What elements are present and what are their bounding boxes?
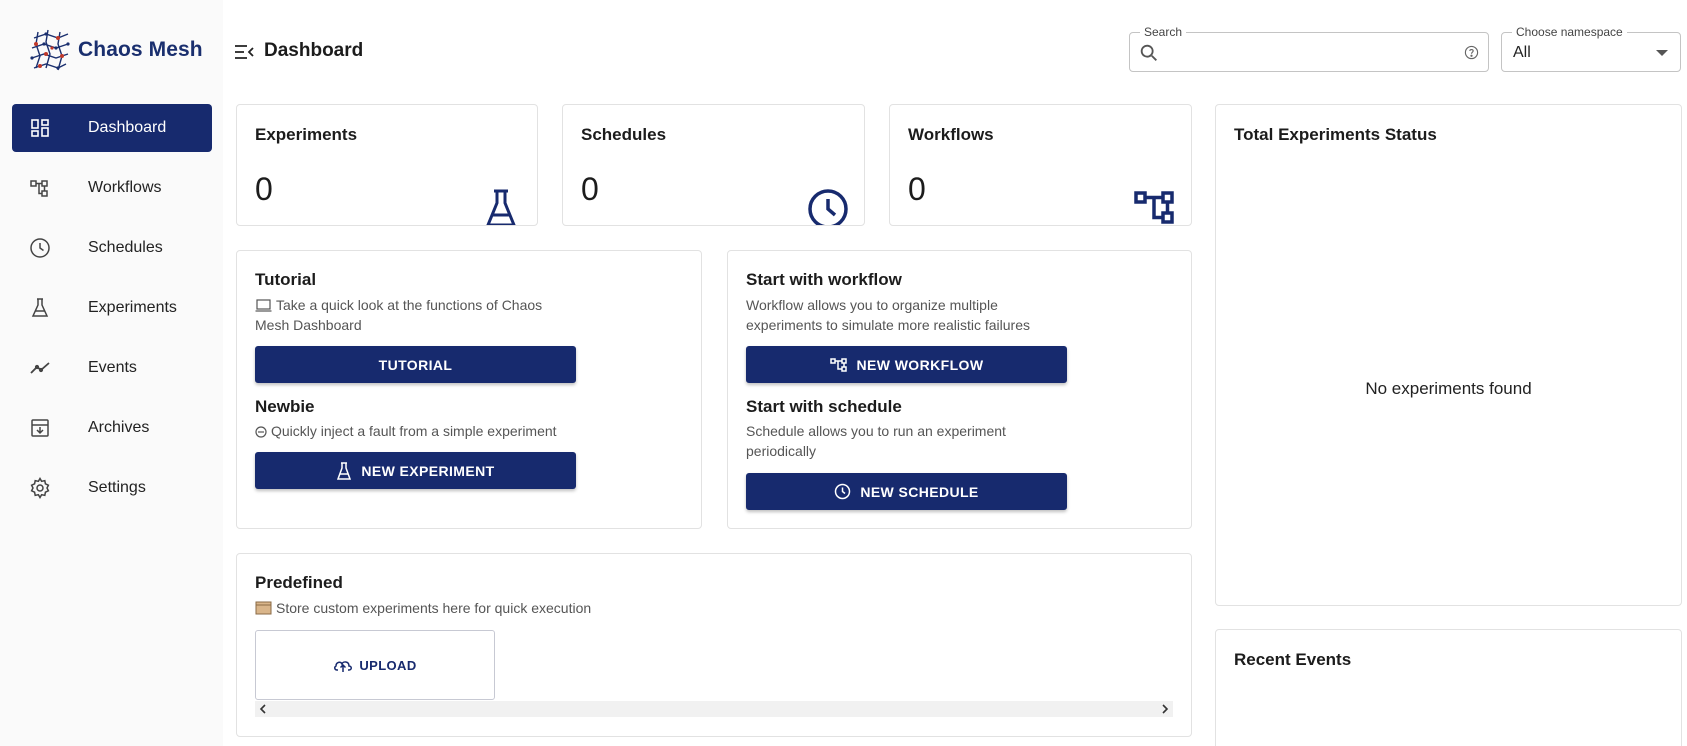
gear-icon [30, 476, 50, 500]
laptop-icon [255, 299, 272, 312]
namespace-value: All [1513, 44, 1531, 61]
search-label: Search [1140, 25, 1187, 39]
sidebar-item-dashboard[interactable]: Dashboard [12, 104, 212, 152]
workflow-icon [829, 357, 847, 372]
tutorial-button[interactable]: TUTORIAL [255, 346, 576, 383]
tutorial-description: Take a quick look at the functions of Ch… [255, 297, 543, 333]
flask-icon [486, 189, 516, 225]
clock-icon [835, 483, 851, 500]
workflows-stat-card[interactable]: Workflows 0 [889, 104, 1192, 226]
app-logo[interactable]: Chaos Mesh [28, 28, 203, 72]
sidebar-item-label: Experiments [88, 299, 177, 316]
sidebar-item-workflows[interactable]: Workflows [12, 164, 212, 212]
clock-icon [30, 238, 50, 258]
sidebar-item-label: Events [88, 359, 137, 376]
workflows-count: 0 [908, 171, 926, 207]
archive-icon [31, 419, 49, 437]
chaos-mesh-logo-icon [30, 29, 70, 71]
schedules-count: 0 [581, 171, 599, 207]
empty-state-message: No experiments found [1365, 379, 1532, 398]
horizontal-scrollbar[interactable] [255, 701, 1173, 717]
menu-collapse-icon[interactable] [232, 40, 256, 64]
sidebar: Chaos Mesh Dashboard Workflows Schedules [0, 0, 223, 746]
caret-down-icon [1656, 50, 1668, 56]
search-icon [1140, 44, 1157, 61]
scroll-left-icon[interactable] [255, 701, 271, 717]
flask-icon [337, 461, 352, 480]
page-title: Dashboard [264, 40, 364, 61]
schedule-start-title: Start with schedule [746, 397, 902, 416]
sidebar-item-label: Workflows [88, 179, 162, 196]
sidebar-nav: Dashboard Workflows Schedules Experiment… [12, 104, 212, 524]
start-with-card: Start with workflow Workflow allows you … [727, 250, 1192, 529]
card-title: Schedules [581, 125, 667, 144]
predefined-card: Predefined Store custom experiments here… [236, 553, 1192, 737]
scroll-right-icon[interactable] [1157, 701, 1173, 717]
newbie-description: Quickly inject a fault from a simple exp… [255, 421, 615, 441]
sidebar-item-archives[interactable]: Archives [12, 404, 212, 452]
sidebar-item-label: Schedules [88, 239, 163, 256]
namespace-label: Choose namespace [1512, 25, 1627, 39]
sidebar-item-events[interactable]: Events [12, 344, 212, 392]
app-name: Chaos Mesh [78, 38, 203, 61]
recent-events-card: Recent Events [1215, 629, 1682, 746]
tutorial-title: Tutorial [255, 270, 317, 289]
workflow-icon [30, 180, 48, 197]
card-title: Experiments [255, 125, 358, 144]
experiments-status-card: Total Experiments Status No experiments … [1215, 104, 1682, 606]
cloud-upload-icon [334, 661, 353, 672]
search-field[interactable]: Search [1129, 25, 1489, 72]
upload-button[interactable]: UPLOAD [255, 630, 495, 700]
card-title: Total Experiments Status [1234, 125, 1437, 144]
new-schedule-button[interactable]: NEW SCHEDULE [746, 473, 1067, 510]
predefined-title: Predefined [255, 573, 343, 592]
schedules-stat-card[interactable]: Schedules 0 [562, 104, 865, 226]
new-experiment-button[interactable]: NEW EXPERIMENT [255, 452, 576, 489]
experiments-count: 0 [255, 171, 273, 207]
workflow-icon [1134, 191, 1174, 224]
sidebar-item-label: Settings [88, 479, 146, 496]
predefined-description: Store custom experiments here for quick … [255, 598, 755, 618]
box-icon [255, 601, 272, 615]
timeline-icon [30, 362, 50, 374]
help-icon[interactable] [1464, 45, 1479, 60]
newbie-title: Newbie [255, 397, 315, 416]
workflow-start-title: Start with workflow [746, 270, 902, 289]
dashboard-icon [31, 119, 49, 137]
flask-icon [31, 298, 49, 317]
getting-started-card: Tutorial Take a quick look at the functi… [236, 250, 702, 529]
sidebar-item-settings[interactable]: Settings [12, 464, 212, 512]
schedule-start-description: Schedule allows you to run an experiment… [746, 423, 1006, 459]
new-workflow-button[interactable]: NEW WORKFLOW [746, 346, 1067, 383]
sidebar-item-label: Dashboard [88, 119, 167, 136]
card-title: Workflows [908, 125, 994, 144]
baby-icon [255, 426, 267, 438]
search-input[interactable] [1166, 39, 1456, 65]
experiments-stat-card[interactable]: Experiments 0 [236, 104, 538, 226]
card-title: Recent Events [1234, 650, 1352, 669]
sidebar-item-schedules[interactable]: Schedules [12, 224, 212, 272]
sidebar-item-experiments[interactable]: Experiments [12, 284, 212, 332]
clock-icon [808, 189, 848, 225]
sidebar-item-label: Archives [88, 419, 150, 436]
workflow-start-description: Workflow allows you to organize multiple… [746, 297, 1030, 333]
namespace-select[interactable]: Choose namespace All [1501, 25, 1681, 72]
